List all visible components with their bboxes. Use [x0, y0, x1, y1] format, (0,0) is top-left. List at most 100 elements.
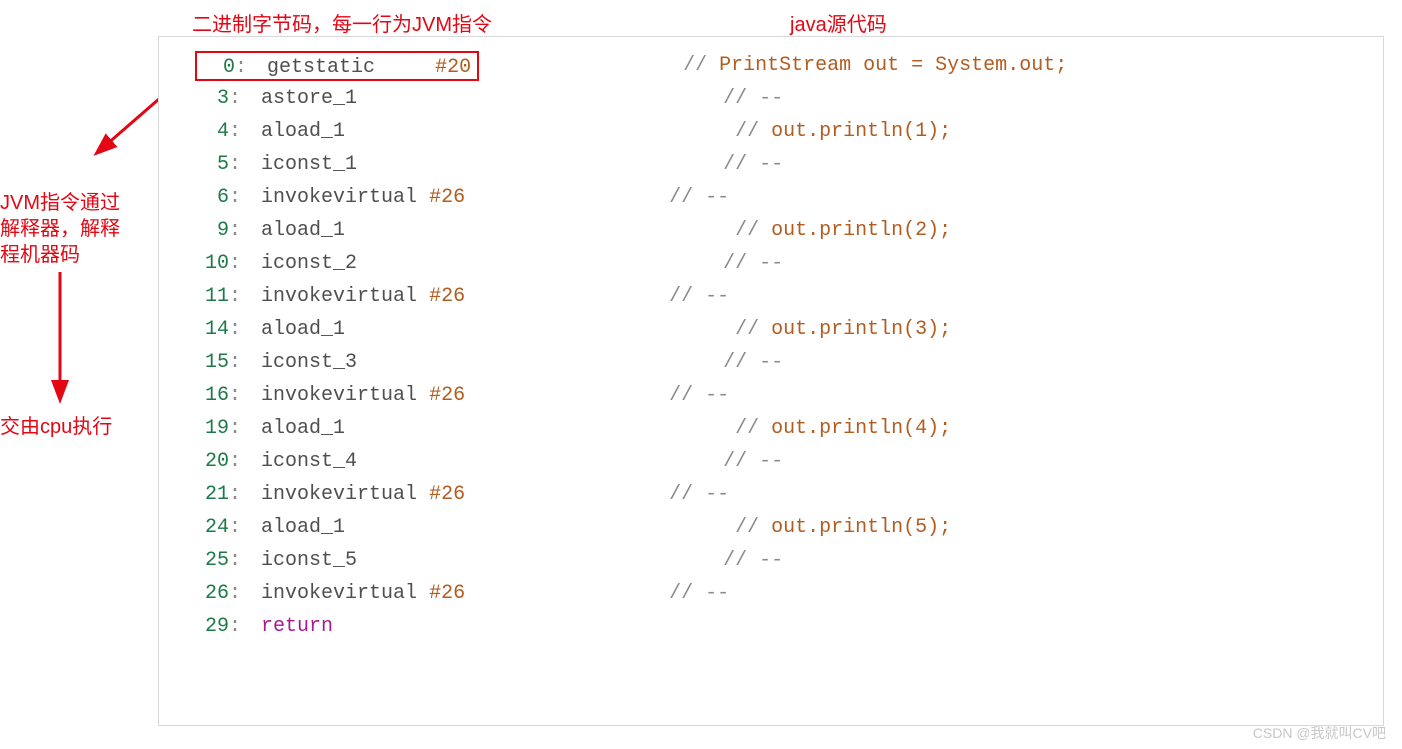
offset-number: 25	[195, 544, 229, 577]
instruction-cell: invokevirtual #26	[261, 577, 465, 610]
source-comment: // --	[669, 379, 729, 412]
instruction-cell: getstatic #20	[267, 53, 471, 83]
source-comment: // --	[723, 346, 783, 379]
colon-sep: :	[229, 544, 261, 577]
instruction-cell: iconst_2	[261, 247, 411, 280]
source-comment: // --	[723, 247, 783, 280]
mnemonic: iconst_3	[261, 351, 357, 374]
offset-number: 5	[195, 148, 229, 181]
instruction-cell: return	[261, 610, 411, 643]
bytecode-row: 4: aload_1 // out.println(1);	[159, 115, 1383, 148]
annotation-cpu: 交由cpu执行	[0, 410, 112, 439]
colon-sep: :	[229, 82, 261, 115]
offset-number: 3	[195, 82, 229, 115]
mnemonic: return	[261, 615, 333, 638]
mnemonic: iconst_1	[261, 153, 357, 176]
bytecode-row: 14: aload_1 // out.println(3);	[159, 313, 1383, 346]
operand: #26	[429, 285, 465, 308]
offset-number: 29	[195, 610, 229, 643]
instruction-cell: invokevirtual #26	[261, 379, 465, 412]
mnemonic: aload_1	[261, 219, 345, 242]
instruction-cell: iconst_1	[261, 148, 411, 181]
mnemonic: iconst_5	[261, 549, 357, 572]
mnemonic: getstatic	[267, 56, 375, 79]
bytecode-row: 15: iconst_3 // --	[159, 346, 1383, 379]
mnemonic: iconst_4	[261, 450, 357, 473]
bytecode-row: 10: iconst_2 // --	[159, 247, 1383, 280]
bytecode-row: 9: aload_1 // out.println(2);	[159, 214, 1383, 247]
highlight-box: 0: getstatic #20	[195, 51, 479, 81]
watermark: CSDN @我就叫CV吧	[1253, 723, 1386, 743]
bytecode-panel: 0: getstatic #20 // PrintStream out = Sy…	[158, 36, 1384, 726]
operand: #26	[429, 384, 465, 407]
bytecode-row: 5: iconst_1 // --	[159, 148, 1383, 181]
instruction-cell: iconst_3	[261, 346, 411, 379]
bytecode-row: 29: return	[159, 610, 1383, 643]
mnemonic: aload_1	[261, 318, 345, 341]
colon-sep: :	[229, 115, 261, 148]
mnemonic: invokevirtual	[261, 384, 417, 407]
offset-number: 4	[195, 115, 229, 148]
colon-sep: :	[229, 577, 261, 610]
offset-number: 15	[195, 346, 229, 379]
colon-sep: :	[229, 148, 261, 181]
offset-number: 16	[195, 379, 229, 412]
colon-sep: :	[229, 214, 261, 247]
mnemonic: iconst_2	[261, 252, 357, 275]
colon-sep: :	[229, 478, 261, 511]
instruction-cell: aload_1	[261, 412, 411, 445]
offset-number: 26	[195, 577, 229, 610]
offset-number: 14	[195, 313, 229, 346]
bytecode-row: 26: invokevirtual #26 // --	[159, 577, 1383, 610]
annotation-java-title: java源代码	[790, 8, 887, 37]
colon-sep: :	[229, 181, 261, 214]
offset-number: 9	[195, 214, 229, 247]
instruction-cell: invokevirtual #26	[261, 478, 465, 511]
source-comment: // out.println(1);	[735, 115, 951, 148]
source-comment: // --	[723, 445, 783, 478]
mnemonic: invokevirtual	[261, 186, 417, 209]
bytecode-row: 24: aload_1 // out.println(5);	[159, 511, 1383, 544]
source-comment: // --	[723, 82, 783, 115]
bytecode-row: 16: invokevirtual #26 // --	[159, 379, 1383, 412]
mnemonic: aload_1	[261, 516, 345, 539]
instruction-cell: astore_1	[261, 82, 411, 115]
operand: #26	[429, 186, 465, 209]
instruction-cell: invokevirtual #26	[261, 280, 465, 313]
annotation-jvm-line3: 程机器码	[0, 238, 80, 267]
offset-number: 21	[195, 478, 229, 511]
mnemonic: invokevirtual	[261, 483, 417, 506]
operand: #26	[429, 483, 465, 506]
bytecode-row: 19: aload_1 // out.println(4);	[159, 412, 1383, 445]
instruction-cell: invokevirtual #26	[261, 181, 465, 214]
colon-sep: :	[229, 379, 261, 412]
mnemonic: aload_1	[261, 120, 345, 143]
source-comment: // out.println(5);	[735, 511, 951, 544]
offset-number: 6	[195, 181, 229, 214]
bytecode-row: 20: iconst_4 // --	[159, 445, 1383, 478]
source-comment: // PrintStream out = System.out;	[683, 49, 1067, 82]
offset-number: 24	[195, 511, 229, 544]
annotation-jvm-line2: 解释器，解释	[0, 212, 120, 241]
source-comment: // --	[723, 148, 783, 181]
bytecode-row: 25: iconst_5 // --	[159, 544, 1383, 577]
source-comment: // --	[669, 577, 729, 610]
mnemonic: invokevirtual	[261, 285, 417, 308]
offset-number: 11	[195, 280, 229, 313]
offset-number: 20	[195, 445, 229, 478]
colon-sep: :	[235, 56, 267, 79]
operand: #26	[429, 582, 465, 605]
bytecode-row: 21: invokevirtual #26 // --	[159, 478, 1383, 511]
offset-number: 19	[195, 412, 229, 445]
annotation-jvm-line1: JVM指令通过	[0, 186, 120, 215]
source-comment: // --	[669, 181, 729, 214]
bytecode-row: 0: getstatic #20 // PrintStream out = Sy…	[159, 49, 1383, 82]
source-comment: // out.println(4);	[735, 412, 951, 445]
colon-sep: :	[229, 511, 261, 544]
offset-number: 10	[195, 247, 229, 280]
bytecode-row: 6: invokevirtual #26 // --	[159, 181, 1383, 214]
colon-sep: :	[229, 610, 261, 643]
source-comment: // --	[669, 280, 729, 313]
instruction-cell: aload_1	[261, 313, 411, 346]
source-comment: // --	[723, 544, 783, 577]
